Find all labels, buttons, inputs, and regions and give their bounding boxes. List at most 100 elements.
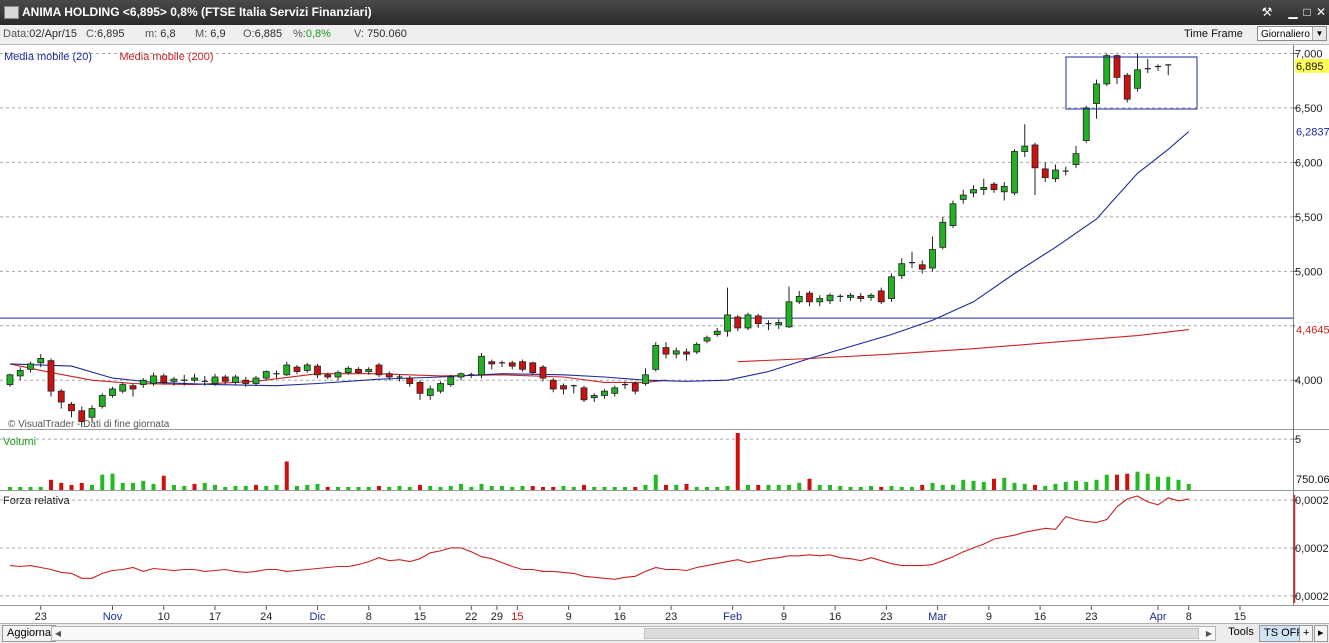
zoom-in-icon[interactable]: + (1299, 625, 1314, 642)
volume-bar (940, 484, 945, 490)
volume-bar (305, 484, 310, 490)
volume-bar (141, 480, 146, 490)
volume-bar (899, 486, 904, 490)
x-tick-label: 23 (1085, 611, 1097, 623)
candle-up (109, 388, 116, 396)
candle-up (816, 298, 824, 303)
volume-bar (151, 483, 156, 490)
volume-bar (510, 486, 515, 490)
time-scrollbar[interactable]: ◀ ▶ (51, 626, 1216, 641)
volume-bar (838, 485, 843, 490)
candle-down (293, 366, 301, 372)
candle-down (129, 385, 137, 390)
volume-bar (1033, 484, 1037, 490)
candle-up (191, 377, 198, 381)
candle-up (457, 373, 465, 378)
volume-bar (295, 485, 299, 490)
candle-up (703, 337, 711, 342)
candle-up (344, 367, 352, 374)
x-tick-label: 23 (35, 611, 47, 623)
chart-area[interactable]: 4,0004,5005,0005,5006,0006,5007,000Media… (0, 45, 1329, 623)
price-tick-label: 6,000 (1295, 157, 1323, 169)
volume-bar (664, 484, 668, 490)
volume-bar (766, 484, 771, 490)
candle-up (724, 314, 731, 332)
volume-bar (1135, 471, 1140, 490)
volume-bar (315, 483, 320, 490)
volume-bar (828, 484, 832, 490)
x-tick-label: Feb (723, 611, 742, 623)
tools-button[interactable]: Tools (1218, 625, 1264, 640)
candle-down (631, 383, 639, 392)
volume-bar (59, 482, 64, 490)
volume-bar (930, 482, 935, 490)
candle-up (693, 343, 701, 353)
candle-up (713, 330, 721, 335)
ma-legend-entry: Media mobile (20) (4, 51, 92, 63)
volume-bar (694, 486, 699, 490)
volume-bar (223, 486, 228, 490)
volume-bar (459, 483, 463, 490)
x-tick-label: 23 (880, 611, 892, 623)
x-tick-label: 9 (986, 611, 992, 623)
volume-bar (100, 474, 105, 490)
volume-bar (120, 482, 125, 490)
price-tick-label: 6,500 (1295, 103, 1323, 115)
volume-bar (807, 478, 812, 490)
info-bar: Data:02/Apr/15 C:6,895 m: 6,8 M: 6,9 O:6… (0, 25, 1329, 45)
volume-bar (1074, 480, 1078, 490)
volume-bar (213, 484, 217, 490)
volume-bar (1094, 479, 1099, 490)
candle-up (1093, 83, 1100, 104)
candle-up (652, 344, 660, 370)
scroll-end-icon[interactable]: ▸ (1314, 625, 1328, 642)
candle-down (375, 364, 383, 376)
volume-bar (18, 486, 23, 490)
close-icon[interactable]: ✕ (1312, 3, 1329, 21)
candle-down (314, 365, 321, 376)
volume-bar (397, 485, 402, 490)
low-field: m: 6,8 (145, 28, 176, 40)
close-field: C:6,895 (86, 28, 125, 40)
volume-bar (971, 480, 976, 490)
volume-bar (325, 486, 330, 490)
timeframe-select[interactable]: Giornaliero ▼ (1257, 26, 1327, 41)
volume-bar (274, 484, 279, 490)
tools-icon[interactable]: ⚒ (1258, 3, 1276, 21)
candle-up (970, 189, 977, 194)
volume-bar (243, 485, 248, 490)
timeframe-label: Time Frame (1184, 28, 1243, 40)
candle-down (242, 379, 250, 384)
candle-up (888, 276, 895, 299)
volume-bar (1156, 476, 1160, 490)
x-tick-label: Dic (310, 611, 326, 623)
price-tick-label: 4,000 (1295, 375, 1323, 387)
scroll-thumb[interactable] (644, 628, 1199, 639)
price-tick-label: 5,500 (1295, 212, 1323, 224)
candle-up (88, 408, 96, 418)
ma-legend-entry: Media mobile (200) (119, 51, 213, 63)
candle-down (519, 361, 526, 370)
candle-up (478, 355, 485, 376)
candle-down (1113, 55, 1121, 78)
date-field: Data:02/Apr/15 (3, 28, 77, 40)
volume-bar (715, 486, 720, 490)
volume-bar (571, 486, 576, 490)
scroll-left-icon[interactable]: ◀ (52, 627, 64, 640)
volume-bar (192, 483, 197, 490)
bottom-bar: Aggiorna ◀ ▶ Tools TS OFF + ▸ (0, 623, 1329, 643)
chevron-down-icon: ▼ (1312, 27, 1326, 40)
candle-down (221, 376, 229, 382)
open-field: O:6,885 (243, 28, 283, 40)
candle-up (795, 295, 803, 303)
volume-bar (1063, 481, 1068, 490)
candle-up (1000, 185, 1008, 193)
volume-bar (551, 486, 556, 490)
volume-bar (1002, 477, 1007, 490)
volume-bar (448, 485, 453, 490)
volume-bar (264, 485, 269, 490)
candle-up (1103, 55, 1111, 85)
candle-down (47, 360, 55, 392)
scroll-right-icon[interactable]: ▶ (1203, 627, 1215, 640)
aggiorna-button[interactable]: Aggiorna (2, 625, 57, 642)
